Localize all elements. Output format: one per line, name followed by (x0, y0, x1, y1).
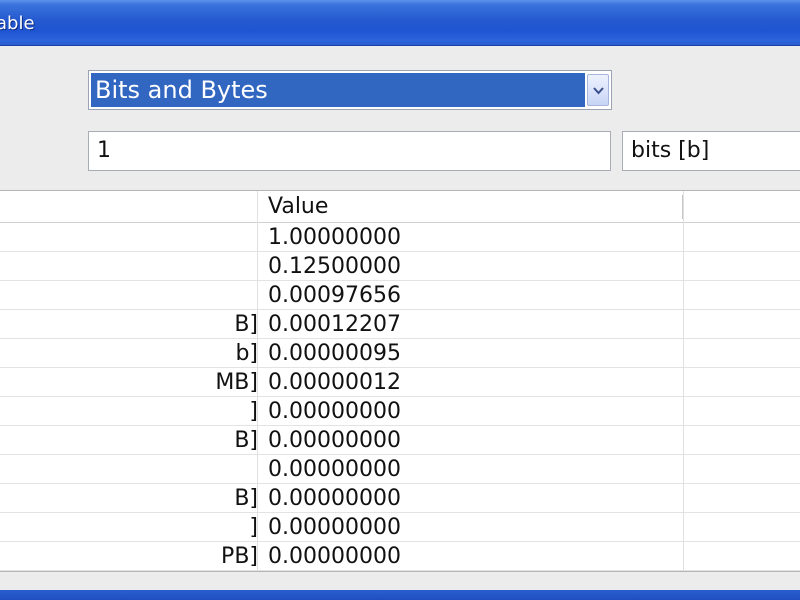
unit-cell-text: PB] (221, 544, 258, 569)
window-title: Table (0, 13, 35, 34)
value-cell: 0.00000000 (268, 428, 401, 453)
unit-cell: B] (0, 426, 258, 454)
unit-cell (0, 455, 258, 483)
unit-cell-text: B] (234, 486, 258, 511)
category-dropdown-button[interactable] (587, 74, 609, 106)
unit-cell (0, 281, 258, 309)
title-bar[interactable]: Table (0, 0, 800, 46)
unit-select[interactable]: bits [b] (622, 131, 800, 171)
unit-cell: MB] (0, 368, 258, 396)
unit-cell: PB] (0, 542, 258, 570)
value-cell: 0.00000000 (268, 399, 401, 424)
table-row[interactable]: PB] 0.00000000 (0, 542, 800, 571)
window-bottom-border (0, 590, 800, 600)
value-cell: 0.00000000 (268, 515, 401, 540)
table-row[interactable]: 1.00000000 (0, 223, 800, 252)
category-select-value: Bits and Bytes (91, 73, 585, 107)
unit-cell: B] (0, 484, 258, 512)
category-select[interactable]: Bits and Bytes (88, 70, 612, 110)
table-row[interactable]: 0.00097656 (0, 281, 800, 310)
unit-cell: b] (0, 339, 258, 367)
value-cell: 0.00000000 (268, 457, 401, 482)
value-cell: 0.00000095 (268, 341, 401, 366)
value-cell: 0.00012207 (268, 312, 401, 337)
unit-cell-text: MB] (215, 370, 258, 395)
table-header: Value (0, 191, 800, 223)
unit-cell: ] (0, 397, 258, 425)
table-row[interactable]: 0.12500000 (0, 252, 800, 281)
table-row[interactable]: 0.00000000 (0, 455, 800, 484)
unit-column-header[interactable] (0, 191, 258, 222)
unit-cell (0, 223, 258, 251)
conversion-table: Value 1.00000000 0.12500000 0.00097656 B] 0.… (0, 190, 800, 572)
value-cell: 0.00097656 (268, 283, 401, 308)
table-row[interactable]: MB] 0.00000012 (0, 368, 800, 397)
unit-cell: B] (0, 310, 258, 338)
value-cell: 0.00000000 (268, 544, 401, 569)
value-cell: 0.12500000 (268, 254, 401, 279)
app-window: Table Bits and Bytes 1 bits [b] Value 1.… (0, 0, 800, 600)
chevron-down-icon (593, 87, 604, 95)
value-cell: 0.00000000 (268, 486, 401, 511)
value-cell: 1.00000000 (268, 225, 401, 250)
unit-cell-text: B] (234, 428, 258, 453)
column-gridline (257, 191, 258, 571)
value-cell: 0.00000012 (268, 370, 401, 395)
table-row[interactable]: B] 0.00000000 (0, 484, 800, 513)
table-row[interactable]: ] 0.00000000 (0, 397, 800, 426)
value-input[interactable]: 1 (88, 131, 611, 171)
unit-cell (0, 252, 258, 280)
unit-cell-text: b] (235, 341, 258, 366)
table-row[interactable]: B] 0.00012207 (0, 310, 800, 339)
table-row[interactable]: B] 0.00000000 (0, 426, 800, 455)
table-row[interactable]: b] 0.00000095 (0, 339, 800, 368)
unit-cell: ] (0, 513, 258, 541)
table-row[interactable]: ] 0.00000000 (0, 513, 800, 542)
value-column-header[interactable]: Value (268, 191, 678, 222)
unit-cell-text: B] (234, 312, 258, 337)
column-gridline (683, 191, 684, 571)
